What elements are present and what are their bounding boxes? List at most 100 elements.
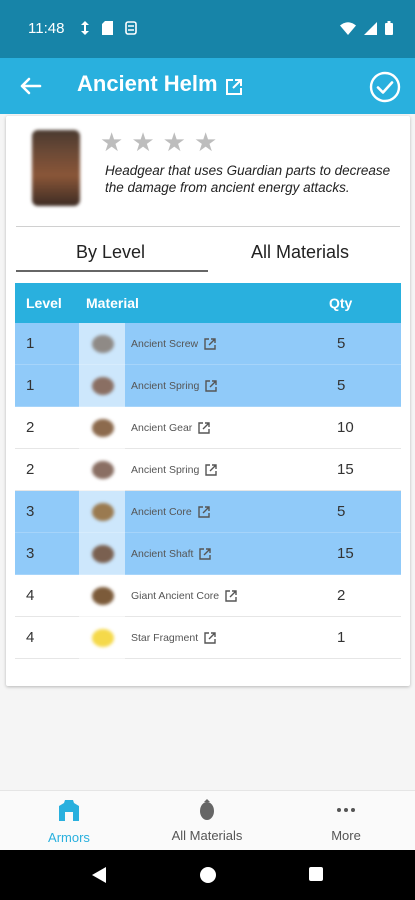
row-level: 2: [26, 419, 35, 436]
material-icon: [200, 799, 214, 820]
row-qty: 2: [337, 587, 346, 604]
item-image: [32, 130, 80, 206]
item-description: Headgear that uses Guardian parts to dec…: [105, 163, 391, 195]
system-recents-icon[interactable]: [308, 866, 324, 882]
row-material[interactable]: Ancient Shaft: [79, 533, 212, 575]
row-material[interactable]: Ancient Spring: [79, 365, 217, 407]
tab-indicator: [16, 270, 208, 272]
row-qty: 5: [337, 335, 346, 352]
page-title: Ancient Helm: [77, 71, 218, 96]
open-external-icon: [198, 422, 210, 434]
star-icon[interactable]: ★: [163, 130, 186, 156]
star-icon[interactable]: ★: [194, 130, 217, 156]
nav-all-materials-label: All Materials: [171, 828, 243, 843]
header-material: Material: [86, 295, 139, 311]
confirm-button[interactable]: [369, 71, 401, 103]
tab-all-materials[interactable]: All Materials: [251, 242, 349, 263]
table-row[interactable]: 4 Giant Ancient Core 2: [15, 575, 401, 617]
material-link[interactable]: [204, 632, 216, 644]
rating-stars[interactable]: ★ ★ ★ ★: [100, 130, 217, 156]
check-circle-icon: [369, 71, 401, 103]
materials-table: Level Material Qty 1 Ancient Screw 5 1 Ancie…: [15, 283, 401, 659]
row-material[interactable]: Giant Ancient Core: [79, 575, 237, 617]
star-icon[interactable]: ★: [100, 130, 123, 156]
signal-icon: [364, 21, 377, 35]
nav-more[interactable]: More: [277, 799, 415, 843]
row-level: 4: [26, 587, 35, 604]
status-bar: 11:48: [0, 0, 415, 58]
table-row[interactable]: 1 Ancient Spring 5: [15, 365, 401, 407]
nav-armors-label: Armors: [48, 830, 90, 845]
material-link[interactable]: [225, 590, 237, 602]
material-name: Ancient Screw: [131, 338, 199, 350]
row-level: 1: [26, 377, 35, 394]
row-level: 2: [26, 461, 35, 478]
material-name: Ancient Core: [131, 506, 192, 518]
material-image: [79, 575, 125, 617]
row-level: 1: [26, 335, 35, 352]
material-link[interactable]: [205, 464, 217, 476]
table-row[interactable]: 2 Ancient Spring 15: [15, 449, 401, 491]
material-name: Ancient Spring: [131, 380, 200, 392]
row-qty: 5: [337, 377, 346, 394]
material-image: [79, 365, 125, 407]
table-row[interactable]: 2 Ancient Gear 10: [15, 407, 401, 449]
open-external-icon: [226, 79, 242, 95]
material-link[interactable]: [205, 380, 217, 392]
armor-icon: [59, 800, 79, 821]
status-icons-right: [340, 21, 393, 35]
material-name: Star Fragment: [131, 632, 199, 644]
row-level: 3: [26, 503, 35, 520]
table-row[interactable]: 3 Ancient Shaft 15: [15, 533, 401, 575]
open-external-icon: [204, 338, 216, 350]
open-external-link[interactable]: [225, 78, 243, 100]
row-material[interactable]: Ancient Core: [79, 491, 210, 533]
open-external-icon: [204, 632, 216, 644]
item-card: ★ ★ ★ ★ Headgear that uses Guardian part…: [6, 116, 410, 686]
app-bar: Ancient Helm: [0, 58, 415, 114]
material-image: [79, 449, 125, 491]
table-row[interactable]: 1 Ancient Screw 5: [15, 323, 401, 365]
system-home-icon[interactable]: [199, 866, 217, 884]
open-external-icon: [198, 506, 210, 518]
system-nav-bar: [0, 850, 415, 900]
data-sync-icon: [81, 21, 89, 35]
wifi-icon: [340, 21, 356, 35]
back-button[interactable]: [16, 72, 46, 100]
divider: [16, 226, 400, 227]
row-qty: 15: [337, 461, 354, 478]
header-qty: Qty: [329, 295, 353, 311]
open-external-icon: [205, 380, 217, 392]
table-row[interactable]: 3 Ancient Core 5: [15, 491, 401, 533]
material-image: [79, 491, 125, 533]
system-back-icon[interactable]: [90, 866, 108, 884]
status-icons-left: [80, 21, 137, 35]
row-level: 3: [26, 545, 35, 562]
bottom-nav: Armors All Materials More: [0, 790, 415, 850]
row-qty: 5: [337, 503, 346, 520]
nav-all-materials[interactable]: All Materials: [138, 799, 276, 843]
row-qty: 1: [337, 629, 346, 646]
row-material[interactable]: Ancient Screw: [79, 323, 216, 365]
star-icon[interactable]: ★: [131, 130, 154, 156]
material-image: [79, 323, 125, 365]
table-row[interactable]: 4 Star Fragment 1: [15, 617, 401, 659]
nav-armors[interactable]: Armors: [0, 799, 138, 845]
sim-card-icon: [102, 21, 113, 35]
material-link[interactable]: [198, 506, 210, 518]
row-material[interactable]: Ancient Gear: [79, 407, 210, 449]
material-link[interactable]: [199, 548, 212, 560]
material-image: [79, 407, 125, 449]
battery-icon: [385, 21, 393, 35]
row-material[interactable]: Ancient Spring: [79, 449, 217, 491]
tab-by-level[interactable]: By Level: [76, 242, 145, 263]
row-material[interactable]: Star Fragment: [79, 617, 216, 659]
arrow-left-icon: [20, 77, 42, 95]
material-link[interactable]: [198, 422, 210, 434]
material-name: Ancient Spring: [131, 464, 200, 476]
row-qty: 15: [337, 545, 354, 562]
material-link[interactable]: [204, 338, 216, 350]
status-time: 11:48: [28, 20, 65, 37]
nav-more-label: More: [331, 828, 361, 843]
more-dots-icon: [337, 808, 355, 812]
